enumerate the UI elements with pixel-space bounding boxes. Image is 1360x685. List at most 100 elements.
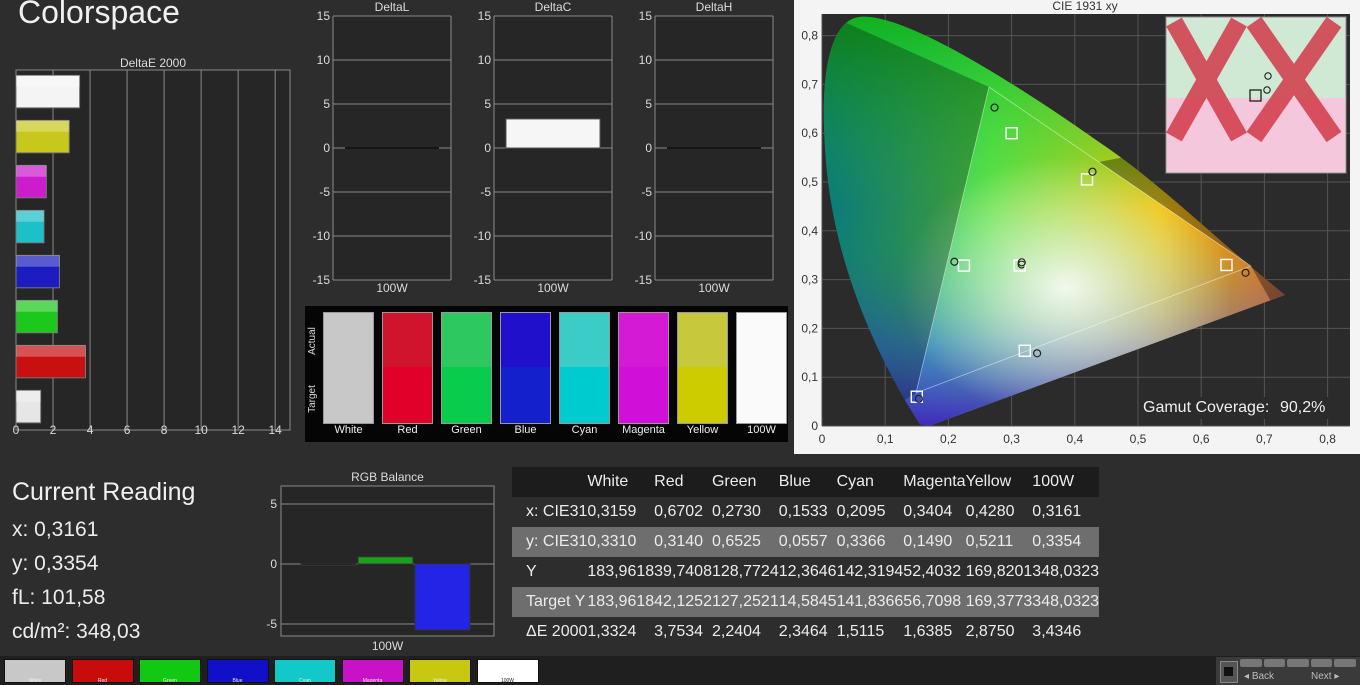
swatch-label: Magenta bbox=[622, 424, 665, 436]
delta_c-label: 100W bbox=[537, 281, 569, 295]
table-row: ΔE 2000 1,3324 3,7534 2,2404 2,3464 1,5115 1,6… bbox=[512, 617, 1100, 647]
results-table: White Red Green Blue Cyan Magenta Yellow 100W x:… bbox=[512, 467, 1100, 647]
table-cell: 127,2521 bbox=[711, 593, 779, 610]
table-row: Y 183,9618 39,7408 128,7724 12,3646 142,3194 5… bbox=[512, 557, 1100, 587]
table-cell: 1,3324 bbox=[587, 623, 637, 640]
stop-icon bbox=[1224, 667, 1233, 676]
delta_h-tick-label: -10 bbox=[635, 229, 653, 243]
patch-button-100w[interactable]: 100W bbox=[476, 659, 539, 683]
reading-fl: fL: 101,58 bbox=[12, 586, 106, 609]
delta-lch-charts: 15 10 5 0 -5 -10 -15 100W 15 10 5 0 -5 -10 -15 100W 15 10… bbox=[313, 9, 774, 295]
gamut-coverage-value: 90,2% bbox=[1280, 399, 1326, 416]
next-button[interactable]: Next ▸ bbox=[1311, 671, 1339, 682]
swatch-panel: Actual Target White Red Green Blue Cyan Magen… bbox=[305, 306, 788, 442]
stop-button[interactable] bbox=[1220, 661, 1238, 683]
loop-icon[interactable] bbox=[1310, 659, 1333, 667]
delta_h-label: 100W bbox=[698, 281, 730, 295]
delta_l-tick-label: 15 bbox=[317, 9, 331, 23]
delta-e-bar-highlight bbox=[16, 120, 70, 132]
table-header-cell: Magenta bbox=[903, 473, 966, 490]
cie-y-tick-label: 0,2 bbox=[801, 321, 818, 335]
swatch-yellow bbox=[677, 312, 728, 424]
back-button[interactable]: ◂ Back bbox=[1244, 671, 1274, 682]
table-cell: 14,5845 bbox=[778, 593, 837, 610]
table-cell: 0,6525 bbox=[711, 533, 761, 550]
rgb-tick-label: 5 bbox=[270, 497, 277, 511]
delta_l-tick-label: 5 bbox=[323, 97, 330, 111]
swatch-magenta bbox=[618, 312, 669, 424]
swatch-label: Blue bbox=[514, 424, 537, 436]
patch-button-red[interactable]: Red bbox=[71, 659, 134, 683]
table-cell: 0,4280 bbox=[965, 503, 1015, 520]
table-cell: 0,6702 bbox=[654, 503, 704, 520]
delta_c-tick-label: 15 bbox=[478, 9, 492, 23]
cie-y-tick-label: 0,4 bbox=[801, 224, 818, 238]
delta-e-tick-label: 2 bbox=[50, 423, 57, 437]
reading-cdm: cd/m²: 348,03 bbox=[12, 620, 141, 643]
nav-panel: ◂ Back Next ▸ bbox=[1216, 657, 1360, 685]
table-cell: 0,1533 bbox=[778, 503, 828, 520]
swatch-blue bbox=[500, 312, 551, 424]
target-label-wrap: Target bbox=[306, 378, 320, 424]
cie-x-tick-label: 0,2 bbox=[940, 432, 957, 446]
play-icon[interactable] bbox=[1263, 659, 1286, 667]
back-arrow-icon: ◂ bbox=[1244, 671, 1252, 682]
cie-y-tick-label: 0,3 bbox=[801, 273, 818, 287]
swatch-red bbox=[382, 312, 433, 424]
table-cell: 0,2095 bbox=[836, 503, 886, 520]
table-header-cell bbox=[512, 467, 587, 497]
table-cell: 169,8201 bbox=[965, 563, 1033, 580]
reading-x: x: 0,3161 bbox=[12, 518, 99, 541]
next-arrow-icon: ▸ bbox=[1331, 671, 1340, 682]
pause-icon[interactable] bbox=[1287, 659, 1309, 667]
table-header-cell: 100W bbox=[1032, 473, 1075, 490]
table-cell: Y bbox=[526, 563, 537, 580]
patch-button-white[interactable]: White bbox=[4, 659, 66, 683]
delta-e-tick-label: 10 bbox=[194, 423, 208, 437]
swatch-label: 100W bbox=[747, 424, 776, 436]
delta_c-tick-label: 10 bbox=[478, 53, 492, 67]
table-cell: 142,3194 bbox=[836, 563, 904, 580]
record-icon[interactable] bbox=[1334, 659, 1356, 667]
rgb-bar bbox=[300, 563, 357, 566]
cie-x-tick-label: 0,3 bbox=[1003, 432, 1020, 446]
cie-y-tick-label: 0,7 bbox=[801, 77, 818, 91]
table-cell: 348,0323 bbox=[1032, 593, 1100, 610]
delta_c-tick-label: -15 bbox=[474, 273, 492, 287]
patch-button-blue[interactable]: Blue bbox=[206, 659, 269, 683]
swatch-cyan bbox=[559, 312, 610, 424]
delta_l-tick-label: -15 bbox=[313, 273, 331, 287]
swatch-actual bbox=[560, 313, 609, 367]
cie-y-tick-label: 0,8 bbox=[801, 29, 818, 43]
rgb-bar bbox=[414, 563, 471, 631]
gamut-coverage-box: Gamut Coverage: 90,2% bbox=[1140, 397, 1348, 419]
table-row: Target Y 183,9618 42,1252 127,2521 14,5845 14… bbox=[512, 587, 1100, 617]
rewind-icon[interactable] bbox=[1240, 659, 1262, 667]
table-cell: 39,7408 bbox=[654, 563, 712, 580]
actual-label: Actual bbox=[307, 327, 318, 355]
table-cell: 56,7098 bbox=[903, 593, 962, 610]
cie-chart: 0 0,1 0,2 0,3 0,4 0,5 0,6 0,7 0,8 0 0,1 0,2 0,3 0,4 0,… bbox=[801, 14, 1350, 446]
table-cell: 0,3140 bbox=[654, 533, 704, 550]
swatch-actual bbox=[383, 313, 432, 367]
swatch-target bbox=[737, 367, 786, 423]
patch-button-magenta[interactable]: Magenta bbox=[341, 659, 404, 683]
table-cell: 2,8750 bbox=[965, 623, 1015, 640]
delta_h-tick-label: 15 bbox=[639, 9, 653, 23]
reading-y: y: 0,3354 bbox=[12, 552, 99, 575]
patch-button-yellow[interactable]: Yellow bbox=[409, 659, 471, 683]
table-cell: 141,8366 bbox=[836, 593, 904, 610]
cie-x-tick-label: 0,8 bbox=[1319, 432, 1336, 446]
table-cell: 169,3773 bbox=[965, 593, 1033, 610]
swatch-label: Red bbox=[397, 424, 418, 436]
table-header-cell: White bbox=[587, 473, 629, 490]
table-cell: 183,9618 bbox=[587, 563, 655, 580]
rgb-balance-title: RGB Balance bbox=[351, 470, 424, 484]
table-cell: 12,3646 bbox=[778, 563, 837, 580]
swatch-target bbox=[560, 367, 609, 423]
table-cell: 2,2404 bbox=[711, 623, 761, 640]
patch-button-cyan[interactable]: Cyan bbox=[274, 659, 336, 683]
table-cell: Target Y bbox=[526, 593, 586, 610]
swatch-target bbox=[442, 367, 491, 423]
patch-button-green[interactable]: Green bbox=[139, 659, 201, 683]
